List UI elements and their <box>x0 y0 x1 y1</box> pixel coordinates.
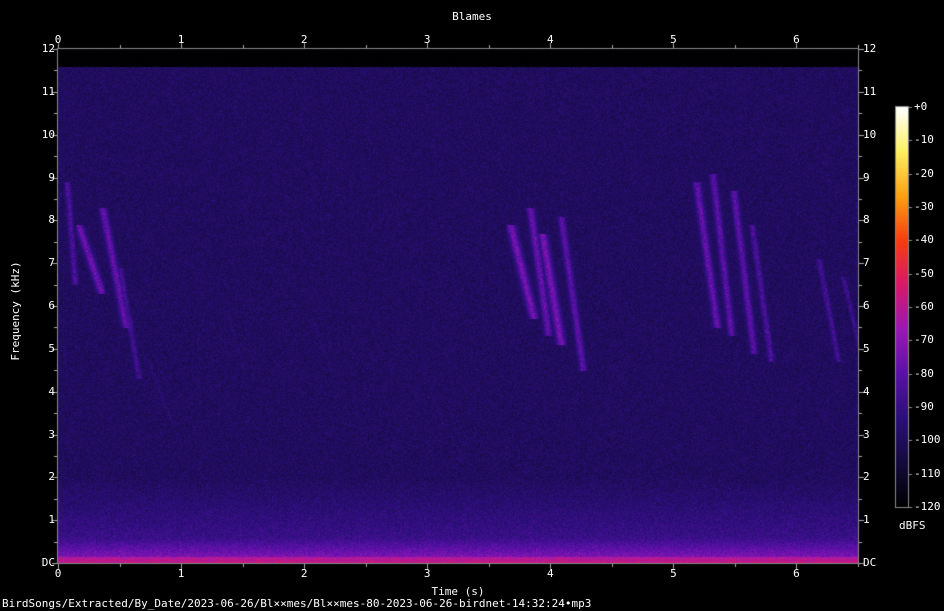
colorbar-tick-label: -90 <box>914 400 934 413</box>
y-tick-label-right: 12 <box>863 42 877 55</box>
y-tick-label-left: 1 <box>48 513 55 527</box>
x-tick-label-top: 3 <box>423 33 431 46</box>
chart-title: Blames <box>452 10 492 23</box>
y-tick-label-left: 4 <box>48 384 55 398</box>
y-tick-label-right: 3 <box>863 427 870 441</box>
x-tick-label-bottom: 6 <box>793 567 800 580</box>
y-tick-label-right: 10 <box>863 127 877 141</box>
colorbar-label: dBFS <box>899 519 926 532</box>
y-tick-label-left: 9 <box>48 170 55 184</box>
y-tick-label-right: 2 <box>863 470 870 484</box>
x-tick-label-bottom: 1 <box>177 567 185 580</box>
colorbar-tick-label: -120 <box>914 500 941 513</box>
x-tick-label-bottom: 2 <box>300 567 308 580</box>
y-tick-label-left: 11 <box>41 84 55 98</box>
colorbar-tick-label: -50 <box>914 266 934 280</box>
x-tick-label-bottom: 4 <box>546 567 554 580</box>
y-tick-label-right: 4 <box>863 384 870 398</box>
footer-file-path: BirdSongs/Extracted/By_Date/2023-06-26/B… <box>2 597 592 610</box>
y-tick-label-left: 6 <box>48 299 55 312</box>
y-tick-label-right: DC <box>863 556 877 569</box>
colorbar-tick-label: -70 <box>914 333 934 347</box>
x-tick-label-top: 5 <box>670 33 677 46</box>
y-tick-label-right: 9 <box>863 170 870 184</box>
y-tick-label-left: 7 <box>48 256 55 270</box>
colorbar-tick-label: -100 <box>914 433 941 447</box>
y-tick-label-left: 12 <box>41 42 55 55</box>
spectrogram-canvas <box>0 0 944 611</box>
y-tick-label-left: 10 <box>41 127 55 141</box>
x-tick-label-bottom: 5 <box>670 567 677 580</box>
y-tick-label-left: 5 <box>48 341 55 355</box>
colorbar-tick-label: +0 <box>914 100 928 113</box>
x-tick-label-bottom: 3 <box>423 567 431 580</box>
colorbar-tick-label: -110 <box>914 466 941 480</box>
y-tick-label-left: 3 <box>48 427 55 441</box>
y-tick-label-right: 1 <box>863 513 870 527</box>
y-tick-label-left: DC <box>41 556 55 569</box>
y-tick-label-right: 6 <box>863 299 870 312</box>
y-tick-label-right: 5 <box>863 341 870 355</box>
x-tick-label-top: 2 <box>300 33 308 46</box>
x-tick-label-top: 1 <box>177 33 185 46</box>
colorbar-tick-label: -10 <box>914 133 934 147</box>
colorbar-tick-label: -40 <box>914 233 934 247</box>
x-tick-label-top: 6 <box>793 33 800 46</box>
y-tick-label-left: 8 <box>48 213 55 227</box>
colorbar-tick-label: -30 <box>914 200 934 213</box>
y-tick-label-right: 8 <box>863 213 870 227</box>
colorbar-tick-label: -80 <box>914 366 934 380</box>
colorbar-tick-label: -20 <box>914 166 934 180</box>
y-tick-label-right: 7 <box>863 256 870 270</box>
colorbar-tick-label: -60 <box>914 300 934 313</box>
y-tick-label-left: 2 <box>48 470 55 484</box>
y-tick-label-right: 11 <box>863 84 877 98</box>
x-tick-label-bottom: 0 <box>54 567 62 580</box>
x-tick-label-top: 4 <box>546 33 554 46</box>
